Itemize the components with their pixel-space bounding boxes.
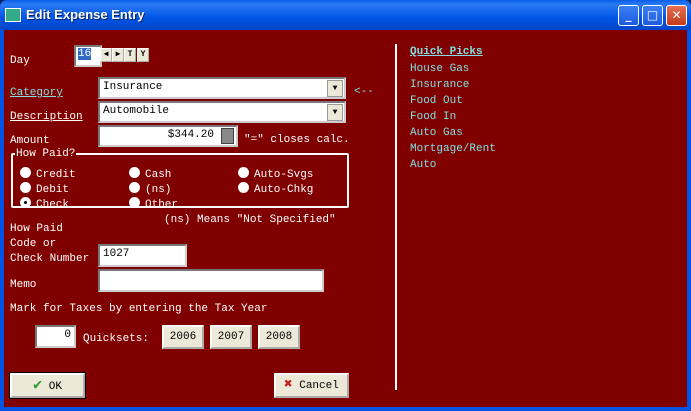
radio-label: Credit [36, 169, 76, 181]
quick-pick-item[interactable]: Auto [410, 159, 436, 171]
radio-icon [129, 167, 140, 178]
radio-ns[interactable]: (ns) [129, 182, 171, 196]
category-pointer: <-- [354, 86, 374, 98]
taxes-label: Mark for Taxes by entering the Tax Year [10, 303, 268, 315]
cancel-label: Cancel [299, 380, 339, 392]
radio-label: Debit [36, 184, 70, 196]
description-select[interactable]: Automobile ▼ [98, 101, 346, 123]
chevron-down-icon[interactable]: ▼ [327, 104, 343, 121]
chevron-down-icon[interactable]: ▼ [327, 80, 343, 97]
quick-pick-item[interactable]: Food Out [410, 95, 463, 107]
quickset-2007-button[interactable]: 2007 [210, 325, 252, 349]
memo-input[interactable] [98, 269, 324, 292]
radio-auto-chkg[interactable]: Auto-Chkg [238, 182, 313, 196]
minimize-button[interactable]: _ [618, 5, 639, 26]
radio-debit[interactable]: Debit [20, 182, 69, 196]
radio-icon [238, 167, 249, 178]
description-value: Automobile [103, 105, 170, 117]
check-label-line2: Code or [10, 238, 57, 250]
radio-icon [238, 182, 249, 193]
description-link[interactable]: Description [10, 111, 83, 123]
quicksets-label: Quicksets: [83, 333, 150, 345]
calculator-icon[interactable] [221, 128, 234, 144]
check-number-input[interactable]: 1027 [98, 244, 187, 267]
close-button[interactable]: ✕ [666, 5, 687, 26]
title-bar[interactable]: Edit Expense Entry _ □ ✕ [0, 0, 691, 30]
check-label-line1: How Paid [10, 223, 63, 235]
radio-credit[interactable]: Credit [20, 167, 76, 181]
day-input[interactable]: 16 [74, 45, 102, 67]
cancel-button[interactable]: ✖ Cancel [274, 373, 349, 398]
memo-label: Memo [10, 279, 37, 291]
quick-picks-title: Quick Picks [410, 46, 483, 58]
radio-label: Auto-Chkg [254, 184, 314, 196]
prev-day-button[interactable]: ◀ [100, 48, 112, 62]
radio-icon [20, 182, 31, 193]
radio-cash[interactable]: Cash [129, 167, 171, 181]
category-value: Insurance [103, 81, 163, 93]
divider [395, 44, 397, 390]
check-label-line3: Check Number [10, 253, 90, 265]
checkmark-icon: ✔ [33, 377, 43, 394]
amount-value: $344.20 [167, 129, 214, 141]
edit-expense-window: Edit Expense Entry _ □ ✕ Day 16 ◀ ▶ T Y … [0, 0, 691, 411]
amount-hint: "=" closes calc. [244, 134, 350, 146]
today-button[interactable]: T [124, 48, 136, 62]
day-label: Day [10, 55, 30, 67]
quick-pick-item[interactable]: House Gas [410, 63, 469, 75]
dialog-body: Day 16 ◀ ▶ T Y Category Insurance ▼ <-- D… [4, 30, 687, 407]
radio-icon [129, 197, 140, 208]
radio-selected-icon [20, 197, 31, 208]
amount-label: Amount [10, 135, 50, 147]
day-value: 16 [78, 48, 92, 60]
radio-label: (ns) [145, 184, 172, 196]
x-icon: ✖ [284, 377, 293, 393]
next-day-button[interactable]: ▶ [112, 48, 124, 62]
yesterday-button[interactable]: Y [137, 48, 149, 62]
category-link[interactable]: Category [10, 87, 63, 99]
amount-input[interactable]: $344.20 [98, 125, 238, 147]
quick-pick-item[interactable]: Food In [410, 111, 456, 123]
quickset-2006-button[interactable]: 2006 [162, 325, 204, 349]
tax-year-input[interactable]: 0 [35, 325, 76, 348]
maximize-button[interactable]: □ [642, 5, 663, 26]
quick-pick-item[interactable]: Mortgage/Rent [410, 143, 496, 155]
window-title: Edit Expense Entry [26, 7, 145, 22]
radio-check[interactable]: Check [20, 197, 69, 211]
radio-auto-svgs[interactable]: Auto-Svgs [238, 167, 313, 181]
quick-pick-item[interactable]: Auto Gas [410, 127, 463, 139]
how-paid-legend: How Paid? [16, 148, 76, 160]
ok-button[interactable]: ✔ OK [9, 372, 86, 399]
category-select[interactable]: Insurance ▼ [98, 77, 346, 99]
radio-icon [129, 182, 140, 193]
radio-label: Check [36, 199, 70, 211]
radio-label: Cash [145, 169, 172, 181]
radio-label: Other [145, 199, 179, 211]
radio-label: Auto-Svgs [254, 169, 314, 181]
quick-pick-item[interactable]: Insurance [410, 79, 469, 91]
radio-other[interactable]: Other [129, 197, 178, 211]
ns-note: (ns) Means "Not Specified" [164, 214, 336, 226]
ok-label: OK [48, 381, 62, 393]
app-icon [5, 8, 21, 22]
quickset-2008-button[interactable]: 2008 [258, 325, 300, 349]
radio-icon [20, 167, 31, 178]
